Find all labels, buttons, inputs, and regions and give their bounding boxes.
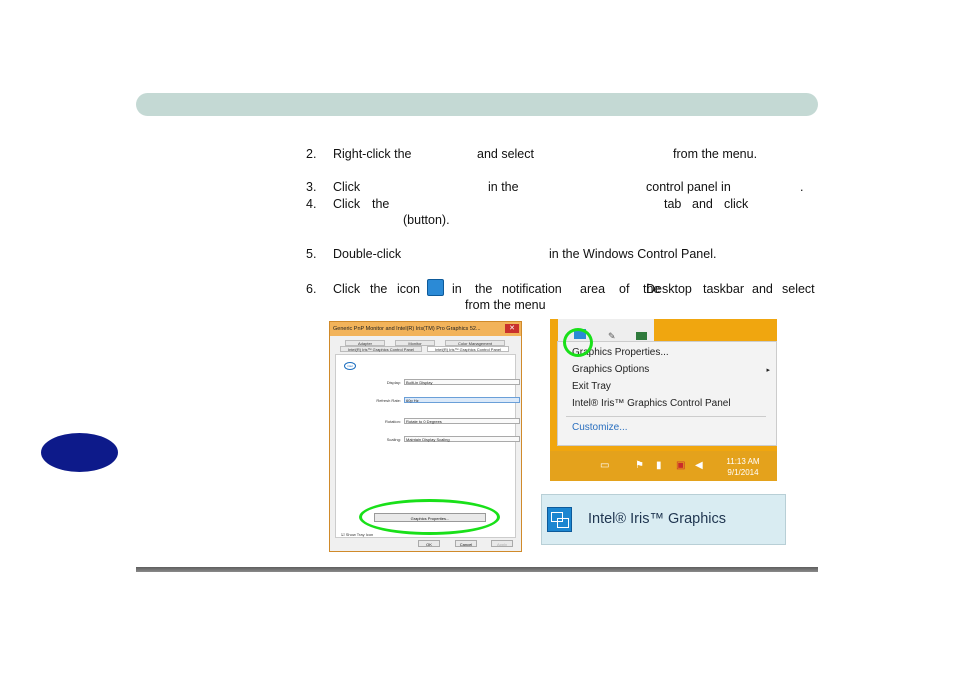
highlight-circle-tray-icon [563,328,593,357]
menu-separator [566,416,766,417]
step-3-text-c: control panel in [646,180,731,194]
step-2-number: 2. [306,147,317,161]
dialog-tabs: Adapter Monitor Color Management Intel(R… [335,340,516,354]
display-label: Display: [386,380,401,385]
highlight-ellipse-graphics-properties [359,499,500,535]
scaling-select[interactable]: Maintain Display Scaling [404,436,520,442]
step-6-word-in: in [452,282,462,296]
step-6-text-tail: from the menu [465,298,546,312]
ok-button[interactable]: OK [418,540,440,547]
step-3-number: 3. [306,180,317,194]
step-6-word-taskbar: taskbar [703,282,744,296]
menu-item-control-panel[interactable]: Intel® Iris™ Graphics Control Panel [572,398,731,409]
intel-graphics-icon [547,507,572,532]
chapter-tab-marker [41,433,118,472]
intel-graphics-tray-icon [427,279,444,296]
apply-button[interactable]: Apply [491,540,513,547]
step-6-word-icon: icon [397,282,420,296]
intel-logo: intel [344,362,356,370]
step-6-word-the2: the [475,282,493,296]
step-4-text-a: Click [333,197,361,211]
step-6-word-select: select [782,282,815,296]
step-6-word-and: and [752,282,773,296]
step-6-word-click: Click [333,282,361,296]
step-3-text-b: in the [488,180,519,194]
tab-intel-control-panel-active[interactable]: Intel(R) Iris™ Graphics Control Panel [427,346,509,352]
tray-context-menu: Graphics Properties... Graphics Options … [557,341,777,446]
taskbar: ▭ ⚑ ▮ ▣ ◀ 11:13 AM 9/1/2014 [550,451,777,481]
chapter-header-bar [136,93,818,116]
step-6-word-area: area [580,282,606,296]
taskbar-app-icon[interactable]: ▭ [600,460,609,471]
step-4-text-b: the [372,197,390,211]
refresh-rate-label: Refresh Rate: [376,398,401,403]
step-3-text-a: Click [333,180,361,194]
refresh-rate-select[interactable]: 60p Hz [404,397,520,403]
taskbar-date[interactable]: 9/1/2014 [718,468,768,478]
dialog-title-bar: Generic PnP Monitor and Intel(R) Iris(TM… [330,322,521,336]
menu-item-customize[interactable]: Customize... [572,422,628,433]
volume-icon[interactable]: ◀ [695,460,703,471]
step-3-text-d: . [800,180,804,194]
cancel-button[interactable]: Cancel [455,540,477,547]
menu-item-graphics-options[interactable]: Graphics Options [572,364,649,375]
step-2-text-a: Right-click the [333,147,412,161]
step-4-text-f: (button). [403,213,450,227]
power-icon[interactable]: ▮ [656,460,662,471]
banner-title: Intel® Iris™ Graphics [588,511,726,527]
step-4-text-d: and [692,197,713,211]
step-5-text-b: in the Windows Control Panel. [549,247,717,261]
show-tray-icon-checkbox[interactable]: ☑ Show Tray Icon [341,532,373,537]
rotation-label: Rotation: [384,419,401,424]
taskbar-time[interactable]: 11:13 AM [718,457,768,467]
scaling-label: Scaling: [386,437,401,442]
dialog-close-button[interactable]: ✕ [505,324,519,333]
network-icon[interactable]: ▣ [676,460,685,471]
step-2-text-c: from the menu. [673,147,758,161]
step-4-number: 4. [306,197,317,211]
menu-item-exit-tray[interactable]: Exit Tray [572,381,611,392]
dialog-title: Generic PnP Monitor and Intel(R) Iris(TM… [333,326,481,332]
tab-intel-control-panel[interactable]: Intel(R) Iris™ Graphics Control Panel [340,346,422,352]
step-5-text-a: Double-click [333,247,402,261]
step-6-word-the: the [370,282,388,296]
step-4-text-c: tab [664,197,682,211]
show-tray-icon-label: Show Tray Icon [345,532,374,537]
display-select[interactable]: Built-in Display [404,379,520,385]
step-2-text-b: and select [477,147,534,161]
step-4-text-e: click [724,197,749,211]
app-icon [636,332,647,340]
footer-rule [136,567,818,572]
step-6-number: 6. [306,282,317,296]
step-5-number: 5. [306,247,317,261]
submenu-arrow-icon: ▸ [766,367,770,374]
step-6-word-notification: notification [502,282,562,296]
step-6-word-of: of [619,282,630,296]
rotation-select[interactable]: Rotate to 0 Degrees [404,418,520,424]
intel-iris-graphics-banner: Intel® Iris™ Graphics [541,494,786,545]
flag-icon[interactable]: ⚑ [635,460,644,471]
step-6-word-desktop: Desktop [646,282,692,296]
